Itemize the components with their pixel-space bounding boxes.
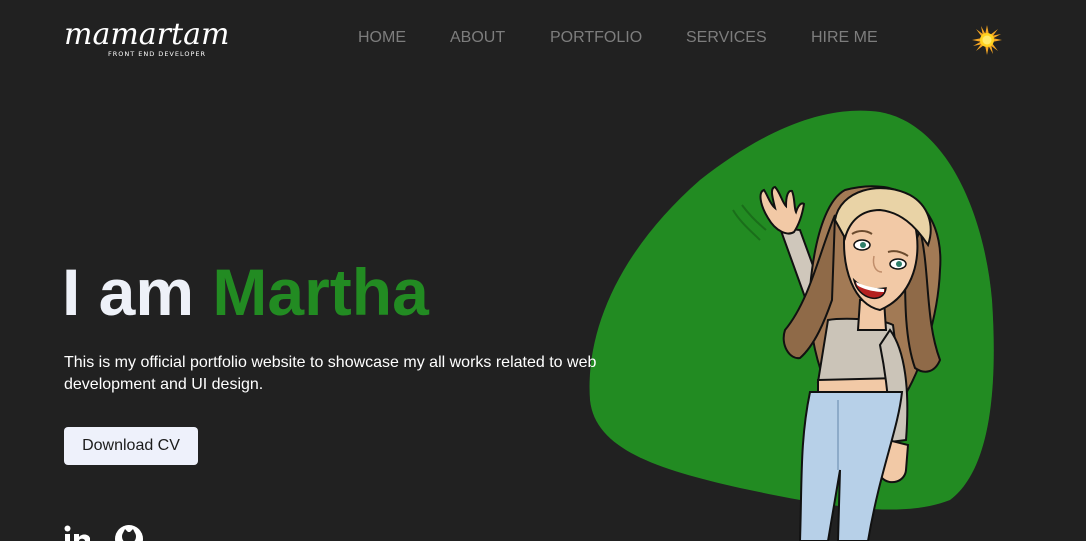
logo-tagline: FRONT END DEVELOPER — [108, 50, 207, 58]
logo-wordmark: mamartam — [64, 17, 230, 52]
linkedin-link[interactable] — [64, 524, 94, 541]
page: mamartam FRONT END DEVELOPER HOME ABOUT … — [0, 0, 1086, 541]
hero-greeting: I am — [62, 255, 213, 329]
nav-about[interactable]: ABOUT — [450, 28, 505, 48]
github-icon — [115, 525, 143, 541]
linkedin-icon — [64, 525, 90, 541]
logo[interactable]: mamartam FRONT END DEVELOPER — [64, 16, 264, 64]
nav-hire-me[interactable]: HIRE ME — [811, 28, 878, 48]
social-links — [64, 524, 144, 541]
theme-toggle-button[interactable] — [971, 24, 1003, 56]
nav-portfolio[interactable]: PORTFOLIO — [550, 28, 642, 48]
nav-home[interactable]: HOME — [358, 28, 406, 48]
hero-name: Martha — [212, 255, 429, 329]
hero-description: This is my official portfolio website to… — [64, 354, 597, 393]
hero-heading: I am Martha — [62, 254, 429, 330]
nav-services[interactable]: SERVICES — [686, 28, 767, 48]
github-link[interactable] — [114, 524, 144, 541]
download-cv-button[interactable]: Download CV — [64, 427, 198, 465]
sun-icon — [972, 25, 1002, 55]
